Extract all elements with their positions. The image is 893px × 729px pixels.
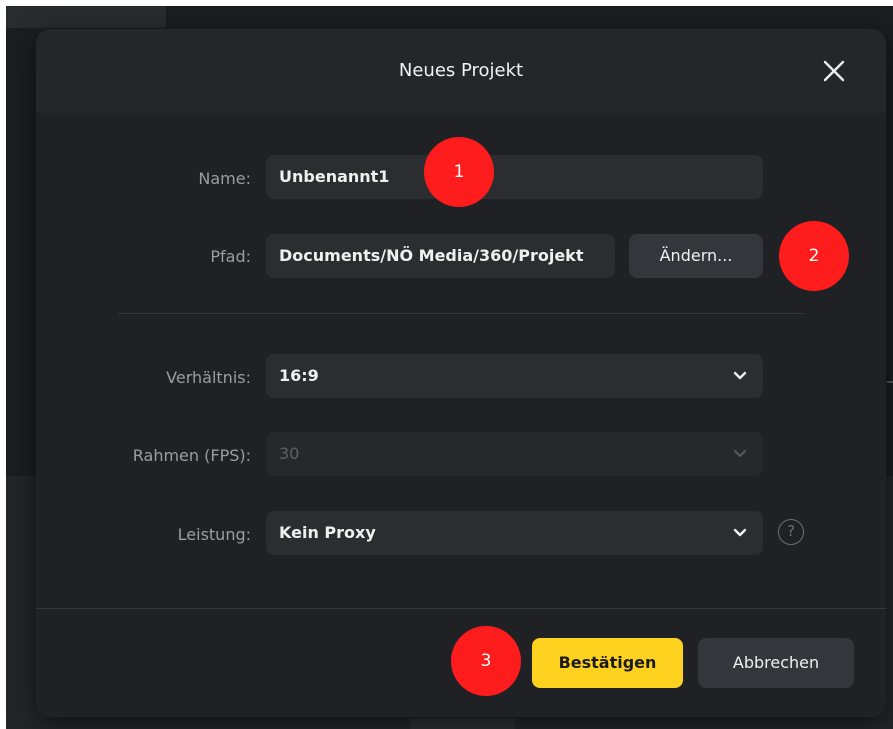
dialog-title: Neues Projekt — [398, 60, 524, 81]
fps-label: Rahmen (FPS): — [132, 446, 251, 465]
close-icon — [823, 60, 845, 82]
path-input-value: Documents/NÖ Media/360/Projekt — [279, 246, 584, 265]
help-circle-icon[interactable]: ? — [778, 519, 804, 545]
name-input[interactable]: Unbenannt1 — [266, 155, 763, 199]
confirm-button[interactable]: Bestätigen — [532, 638, 683, 688]
chevron-down-icon — [733, 371, 747, 380]
background-divider — [887, 381, 893, 383]
background-toolbar — [410, 718, 515, 729]
background-panel — [6, 6, 166, 28]
section-divider — [118, 313, 804, 314]
performance-label: Leistung: — [177, 525, 251, 544]
cancel-button[interactable]: Abbrechen — [698, 638, 854, 688]
chevron-down-icon — [734, 450, 746, 457]
performance-select-value: Kein Proxy — [279, 523, 376, 542]
change-path-button[interactable]: Ändern... — [629, 234, 763, 278]
annotation-marker-2: 2 — [779, 221, 849, 291]
ratio-select[interactable]: 16:9 — [266, 354, 763, 398]
path-input[interactable]: Documents/NÖ Media/360/Projekt — [266, 234, 615, 278]
chevron-down-icon — [733, 528, 747, 537]
fps-select-value: 30 — [279, 444, 300, 463]
annotation-marker-1: 1 — [424, 137, 494, 207]
footer-divider — [36, 608, 886, 609]
name-label: Name: — [198, 169, 251, 188]
fps-select: 30 — [266, 432, 763, 476]
ratio-label: Verhältnis: — [166, 368, 251, 387]
ratio-select-value: 16:9 — [279, 366, 319, 385]
performance-select[interactable]: Kein Proxy — [266, 511, 763, 555]
name-input-value: Unbenannt1 — [279, 167, 390, 186]
annotation-marker-3: 3 — [451, 626, 521, 696]
new-project-dialog: Neues Projekt Name: Unbenannt1 Pfad: Doc… — [36, 29, 886, 717]
path-label: Pfad: — [210, 247, 251, 266]
close-button[interactable] — [818, 55, 850, 87]
